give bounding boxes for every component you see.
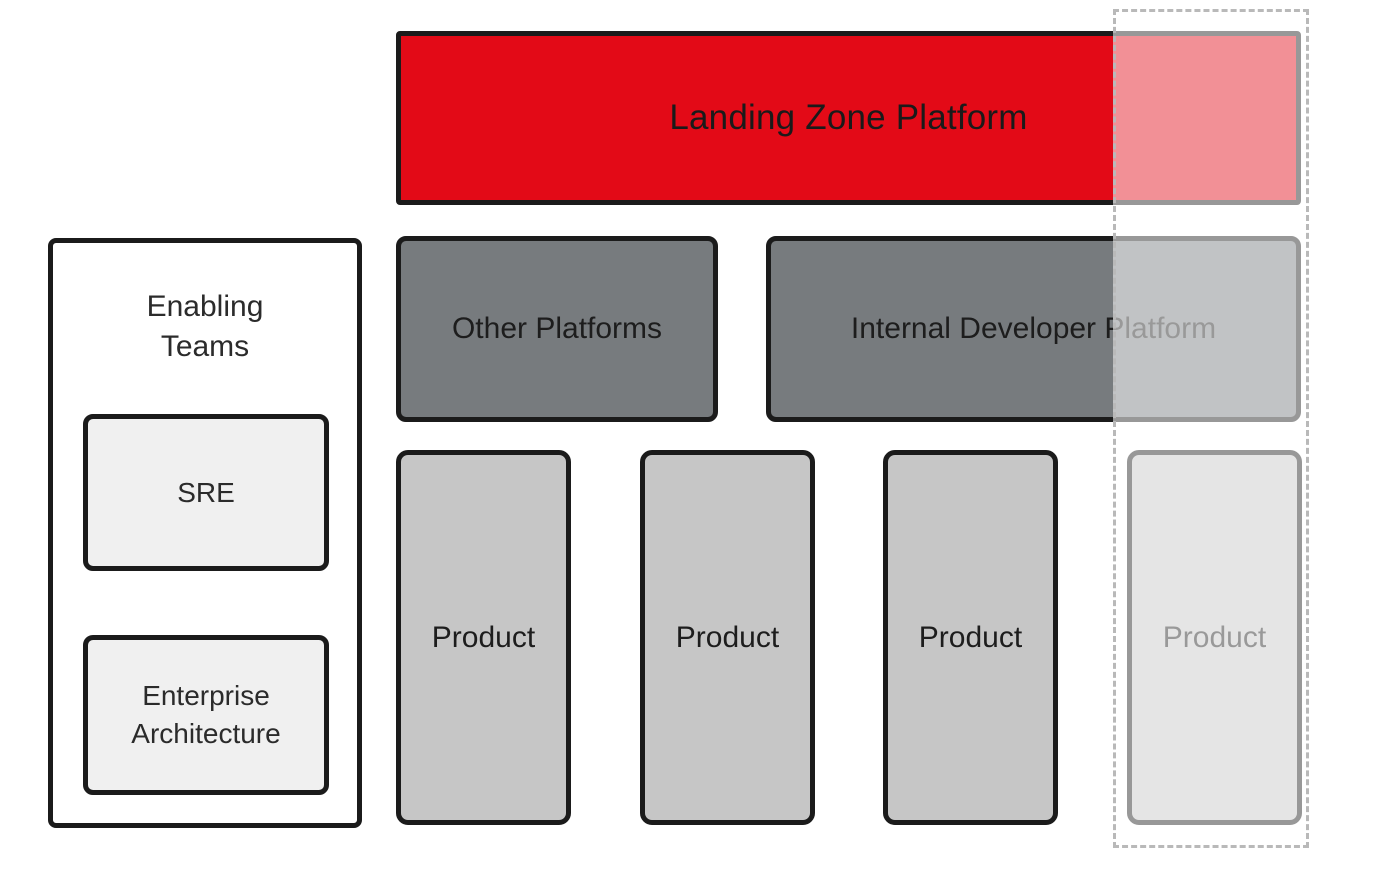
product-label-3: Product — [918, 620, 1023, 654]
diagram-canvas: Landing Zone Platform Enabling Teams SRE… — [0, 0, 1378, 882]
product-block-3: Product — [883, 450, 1058, 825]
landing-zone-platform-label: Landing Zone Platform — [669, 98, 1028, 138]
enabling-teams-title-line-1: Enabling — [146, 290, 264, 323]
internal-developer-platform-label: Internal Developer Platform — [850, 312, 1217, 346]
internal-developer-platform-block: Internal Developer Platform — [766, 236, 1301, 422]
enabling-team-sre: SRE — [83, 414, 329, 571]
enabling-team-ea-label-line-2: Architecture — [131, 718, 281, 749]
product-block-4: Product — [1127, 450, 1302, 825]
product-block-1: Product — [396, 450, 571, 825]
product-label-4: Product — [1162, 620, 1267, 654]
product-label-1: Product — [431, 620, 536, 654]
enabling-teams-title: Enabling Teams — [53, 287, 357, 367]
enabling-team-sre-label: SRE — [177, 476, 235, 508]
product-label-2: Product — [675, 620, 780, 654]
other-platforms-block: Other Platforms — [396, 236, 718, 422]
enabling-teams-title-line-2: Teams — [160, 329, 250, 363]
enabling-team-enterprise-architecture: Enterprise Architecture — [83, 635, 329, 795]
enabling-team-ea-label-line-1: Enterprise — [142, 680, 270, 712]
landing-zone-platform-block: Landing Zone Platform — [396, 31, 1301, 205]
enabling-teams-panel: Enabling Teams SRE Enterprise Architectu… — [48, 238, 362, 828]
other-platforms-label: Other Platforms — [451, 312, 663, 346]
product-block-2: Product — [640, 450, 815, 825]
